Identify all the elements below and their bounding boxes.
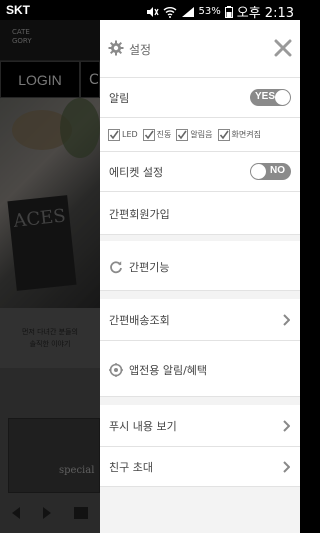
shipping-lookup-label: 간편배송조회: [109, 314, 170, 327]
battery-icon: [224, 5, 233, 18]
option-label: 진동: [156, 130, 172, 139]
invite-friend-label: 친구 초대: [109, 461, 153, 474]
simple-feature-row[interactable]: 간편기능: [100, 241, 300, 291]
etiquette-label: 에티켓 설정: [109, 166, 164, 179]
simple-feature-label: 간편기능: [129, 261, 170, 274]
drawer-title: 설정: [129, 43, 152, 57]
chevron-right-icon: [283, 461, 290, 473]
invite-friend-row[interactable]: 친구 초대: [100, 447, 300, 487]
alarm-options-row: LED 진동 알림음 화면켜짐: [100, 118, 300, 152]
app-notice-content: 앱전용 알림/혜택: [109, 362, 207, 378]
settings-drawer: 설정 알림 YES LED 진동 알림음 화면켜짐 에티켓 설정 NO 간편회원…: [100, 20, 300, 533]
signal-icon: [181, 6, 194, 17]
gear-icon: [108, 40, 124, 56]
option-vibrate[interactable]: 진동: [142, 128, 172, 141]
etiquette-toggle[interactable]: NO: [250, 163, 291, 180]
wifi-icon: [163, 6, 176, 18]
toggle-knob: [275, 90, 290, 105]
checkbox-checked-icon: [108, 128, 120, 141]
option-label: 화면켜짐: [231, 130, 261, 139]
status-icons: 53% 오후 2:13: [145, 2, 294, 21]
dim-overlay[interactable]: [0, 20, 100, 533]
target-icon: [109, 363, 123, 377]
alarm-label: 알림: [109, 92, 130, 105]
option-label: 알림음: [190, 130, 213, 139]
alarm-options: LED 진동 알림음 화면켜짐: [100, 118, 300, 151]
mute-icon: [146, 6, 159, 17]
alarm-row: 알림 YES: [100, 78, 300, 118]
clock: 오후 2:13: [236, 6, 294, 21]
shipping-lookup-row[interactable]: 간편배송조회: [100, 299, 300, 341]
app-notice-row[interactable]: 앱전용 알림/혜택: [100, 341, 300, 397]
push-view-label: 푸시 내용 보기: [109, 420, 177, 433]
option-screen-on[interactable]: 화면켜짐: [217, 128, 261, 141]
checkbox-checked-icon: [217, 128, 230, 141]
checkbox-checked-icon: [142, 128, 155, 141]
etiquette-toggle-text: NO: [270, 165, 285, 176]
carrier-label: SKT: [6, 3, 30, 17]
option-label: LED: [122, 130, 138, 139]
option-sound[interactable]: 알림음: [176, 128, 213, 141]
drawer-header: 설정: [100, 20, 300, 78]
checkbox-checked-icon: [176, 128, 189, 141]
status-bar: SKT 53% 오후 2:13: [0, 0, 300, 21]
chevron-right-icon: [283, 314, 290, 326]
simple-signup-row[interactable]: 간편회원가입: [100, 192, 300, 235]
refresh-icon: [110, 261, 122, 274]
chevron-right-icon: [283, 420, 290, 432]
option-led[interactable]: LED: [108, 128, 138, 141]
alarm-toggle[interactable]: YES: [250, 89, 291, 106]
simple-feature-content: 간편기능: [109, 259, 169, 275]
etiquette-row: 에티켓 설정 NO: [100, 152, 300, 192]
simple-signup-label: 간편회원가입: [109, 208, 170, 221]
battery-percent: 53%: [198, 6, 221, 17]
alarm-toggle-text: YES: [255, 91, 276, 102]
toggle-knob: [251, 164, 266, 179]
app-notice-label: 앱전용 알림/혜택: [129, 364, 208, 377]
push-view-row[interactable]: 푸시 내용 보기: [100, 405, 300, 447]
close-icon[interactable]: [274, 39, 292, 57]
